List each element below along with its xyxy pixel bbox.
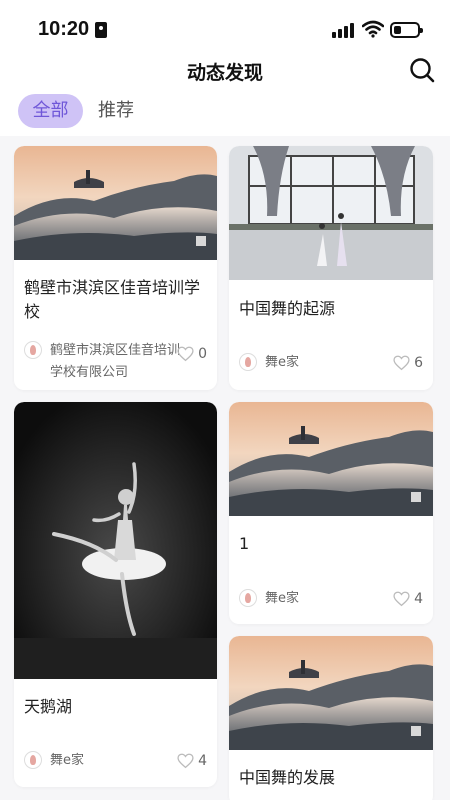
- post-card[interactable]: 1 舞e家 4: [229, 402, 433, 624]
- post-image-landscape: [229, 402, 433, 516]
- author-name: 鹤壁市淇滨区佳音培训学校有限公司: [50, 343, 181, 380]
- cellular-signal-icon: [332, 22, 354, 38]
- post-title: 中国舞的起源: [239, 299, 336, 318]
- author-avatar: [239, 589, 257, 607]
- like-button[interactable]: 4: [177, 753, 207, 769]
- like-button[interactable]: 4: [393, 591, 423, 607]
- tab-all[interactable]: 全部: [18, 94, 83, 128]
- wifi-icon: [362, 20, 384, 38]
- post-card[interactable]: 天鹅湖 舞e家 4: [14, 402, 217, 787]
- like-button[interactable]: 6: [393, 355, 423, 371]
- search-icon[interactable]: [408, 56, 436, 84]
- post-title: 1: [239, 534, 250, 553]
- post-title: 天鹅湖: [24, 697, 73, 716]
- post-author: 舞e家: [239, 352, 299, 374]
- post-card[interactable]: 中国舞的发展: [229, 636, 433, 800]
- like-count: 4: [414, 591, 423, 607]
- post-image-landscape: [229, 636, 433, 750]
- author-name: 舞e家: [50, 753, 84, 768]
- like-button[interactable]: 0: [177, 346, 207, 362]
- author-name: 舞e家: [265, 355, 299, 370]
- post-image-ballerina: [14, 402, 217, 679]
- author-avatar: [239, 353, 257, 371]
- status-time: 10:20: [38, 18, 90, 40]
- post-card[interactable]: 中国舞的起源 舞e家 6: [229, 146, 433, 390]
- filter-tabs: 全部 推荐: [0, 90, 450, 136]
- post-title: 鹤壁市淇滨区佳音培训学校: [24, 278, 201, 321]
- battery-icon: [390, 22, 423, 38]
- heart-icon: [393, 591, 410, 607]
- sim-card-icon: [95, 22, 107, 38]
- like-count: 4: [198, 753, 207, 769]
- post-author: 舞e家: [239, 588, 299, 610]
- heart-icon: [177, 753, 194, 769]
- author-avatar: [24, 751, 42, 769]
- post-author: 鹤壁市淇滨区佳音培训学校有限公司: [24, 340, 184, 384]
- heart-icon: [177, 346, 194, 362]
- page-title: 动态发现: [186, 62, 263, 84]
- author-name: 舞e家: [265, 591, 299, 606]
- author-avatar: [24, 341, 42, 359]
- post-title: 中国舞的发展: [239, 768, 336, 787]
- post-image-dance-studio: [229, 146, 433, 280]
- post-image-landscape: [14, 146, 217, 260]
- post-author: 舞e家: [24, 750, 84, 772]
- like-count: 6: [414, 355, 423, 371]
- post-card[interactable]: 鹤壁市淇滨区佳音培训学校 鹤壁市淇滨区佳音培训学校有限公司 0: [14, 146, 217, 390]
- tab-recommend[interactable]: 推荐: [92, 94, 140, 128]
- top-header: 动态发现: [0, 50, 450, 90]
- heart-icon: [393, 355, 410, 371]
- like-count: 0: [198, 346, 207, 362]
